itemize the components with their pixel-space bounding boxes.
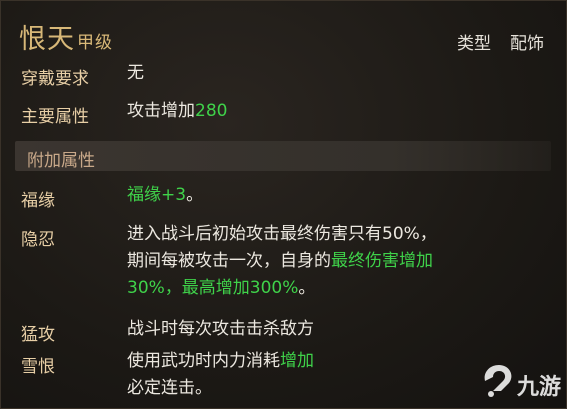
plain-text: 。 — [186, 185, 204, 205]
item-name: 恨天 — [19, 24, 75, 55]
watermark-text: 九游 — [517, 375, 562, 400]
item-grade: 甲级 — [77, 33, 113, 53]
plain-text: 期间每被攻击一次，自身的 — [127, 251, 331, 271]
extra-section-title: 附加属性 — [27, 151, 95, 171]
description-line: 期间每被攻击一次，自身的最终伤害增加 — [127, 248, 547, 275]
extra-attr-name: 猛攻 — [21, 325, 55, 345]
main-attr-value: 攻击增加280 — [127, 98, 227, 125]
highlight-text: 增加 — [280, 351, 314, 371]
highlight-text: 最终伤害增加 — [331, 251, 433, 271]
highlight-text: 30%，最高增加300% — [127, 278, 299, 298]
jiuyou-logo-icon — [484, 365, 512, 397]
extra-attr-description: 战斗时每次攻击击杀敌方 — [127, 316, 547, 343]
plain-text: 。 — [298, 278, 316, 298]
plain-text: 使用武功时内力消耗 — [127, 351, 280, 371]
description-line: 进入战斗后初始攻击最终伤害只有50%， — [127, 221, 547, 248]
requirements-label: 穿戴要求 — [21, 69, 89, 89]
item-title: 恨天 甲级 — [19, 17, 113, 56]
plain-text: 必定连击。 — [127, 378, 212, 398]
extra-attr-name: 福缘 — [21, 191, 55, 211]
requirements-value: 无 — [127, 63, 144, 83]
extra-section-bar — [15, 141, 551, 171]
description-line: 战斗时每次攻击击杀敌方 — [127, 316, 547, 343]
plain-text: 进入战斗后初始攻击最终伤害只有50%， — [127, 224, 437, 244]
plain-text: 战斗时每次攻击击杀敌方 — [127, 319, 314, 339]
extra-attr-name: 雪恨 — [21, 357, 55, 377]
highlight-text: 福缘+3 — [127, 185, 187, 205]
extra-attr-description: 进入战斗后初始攻击最终伤害只有50%， 期间每被攻击一次，自身的最终伤害增加 30%… — [127, 221, 547, 302]
type-value: 配饰 — [510, 34, 544, 54]
main-attr-label: 主要属性 — [21, 107, 89, 127]
main-attr-number: 280 — [195, 101, 228, 121]
item-tooltip-panel: 恨天 甲级 类型 配饰 穿戴要求 无 主要属性 攻击增加280 附加属性 福缘 福缘… — [0, 0, 567, 409]
extra-attr-name: 隐忍 — [21, 230, 55, 250]
extra-attr-description: 福缘+3。 — [127, 182, 547, 209]
description-line: 30%，最高增加300%。 — [127, 275, 547, 302]
description-line: 福缘+3。 — [127, 182, 547, 209]
main-attr-text: 攻击增加 — [127, 101, 195, 121]
type-label: 类型 — [457, 34, 491, 54]
